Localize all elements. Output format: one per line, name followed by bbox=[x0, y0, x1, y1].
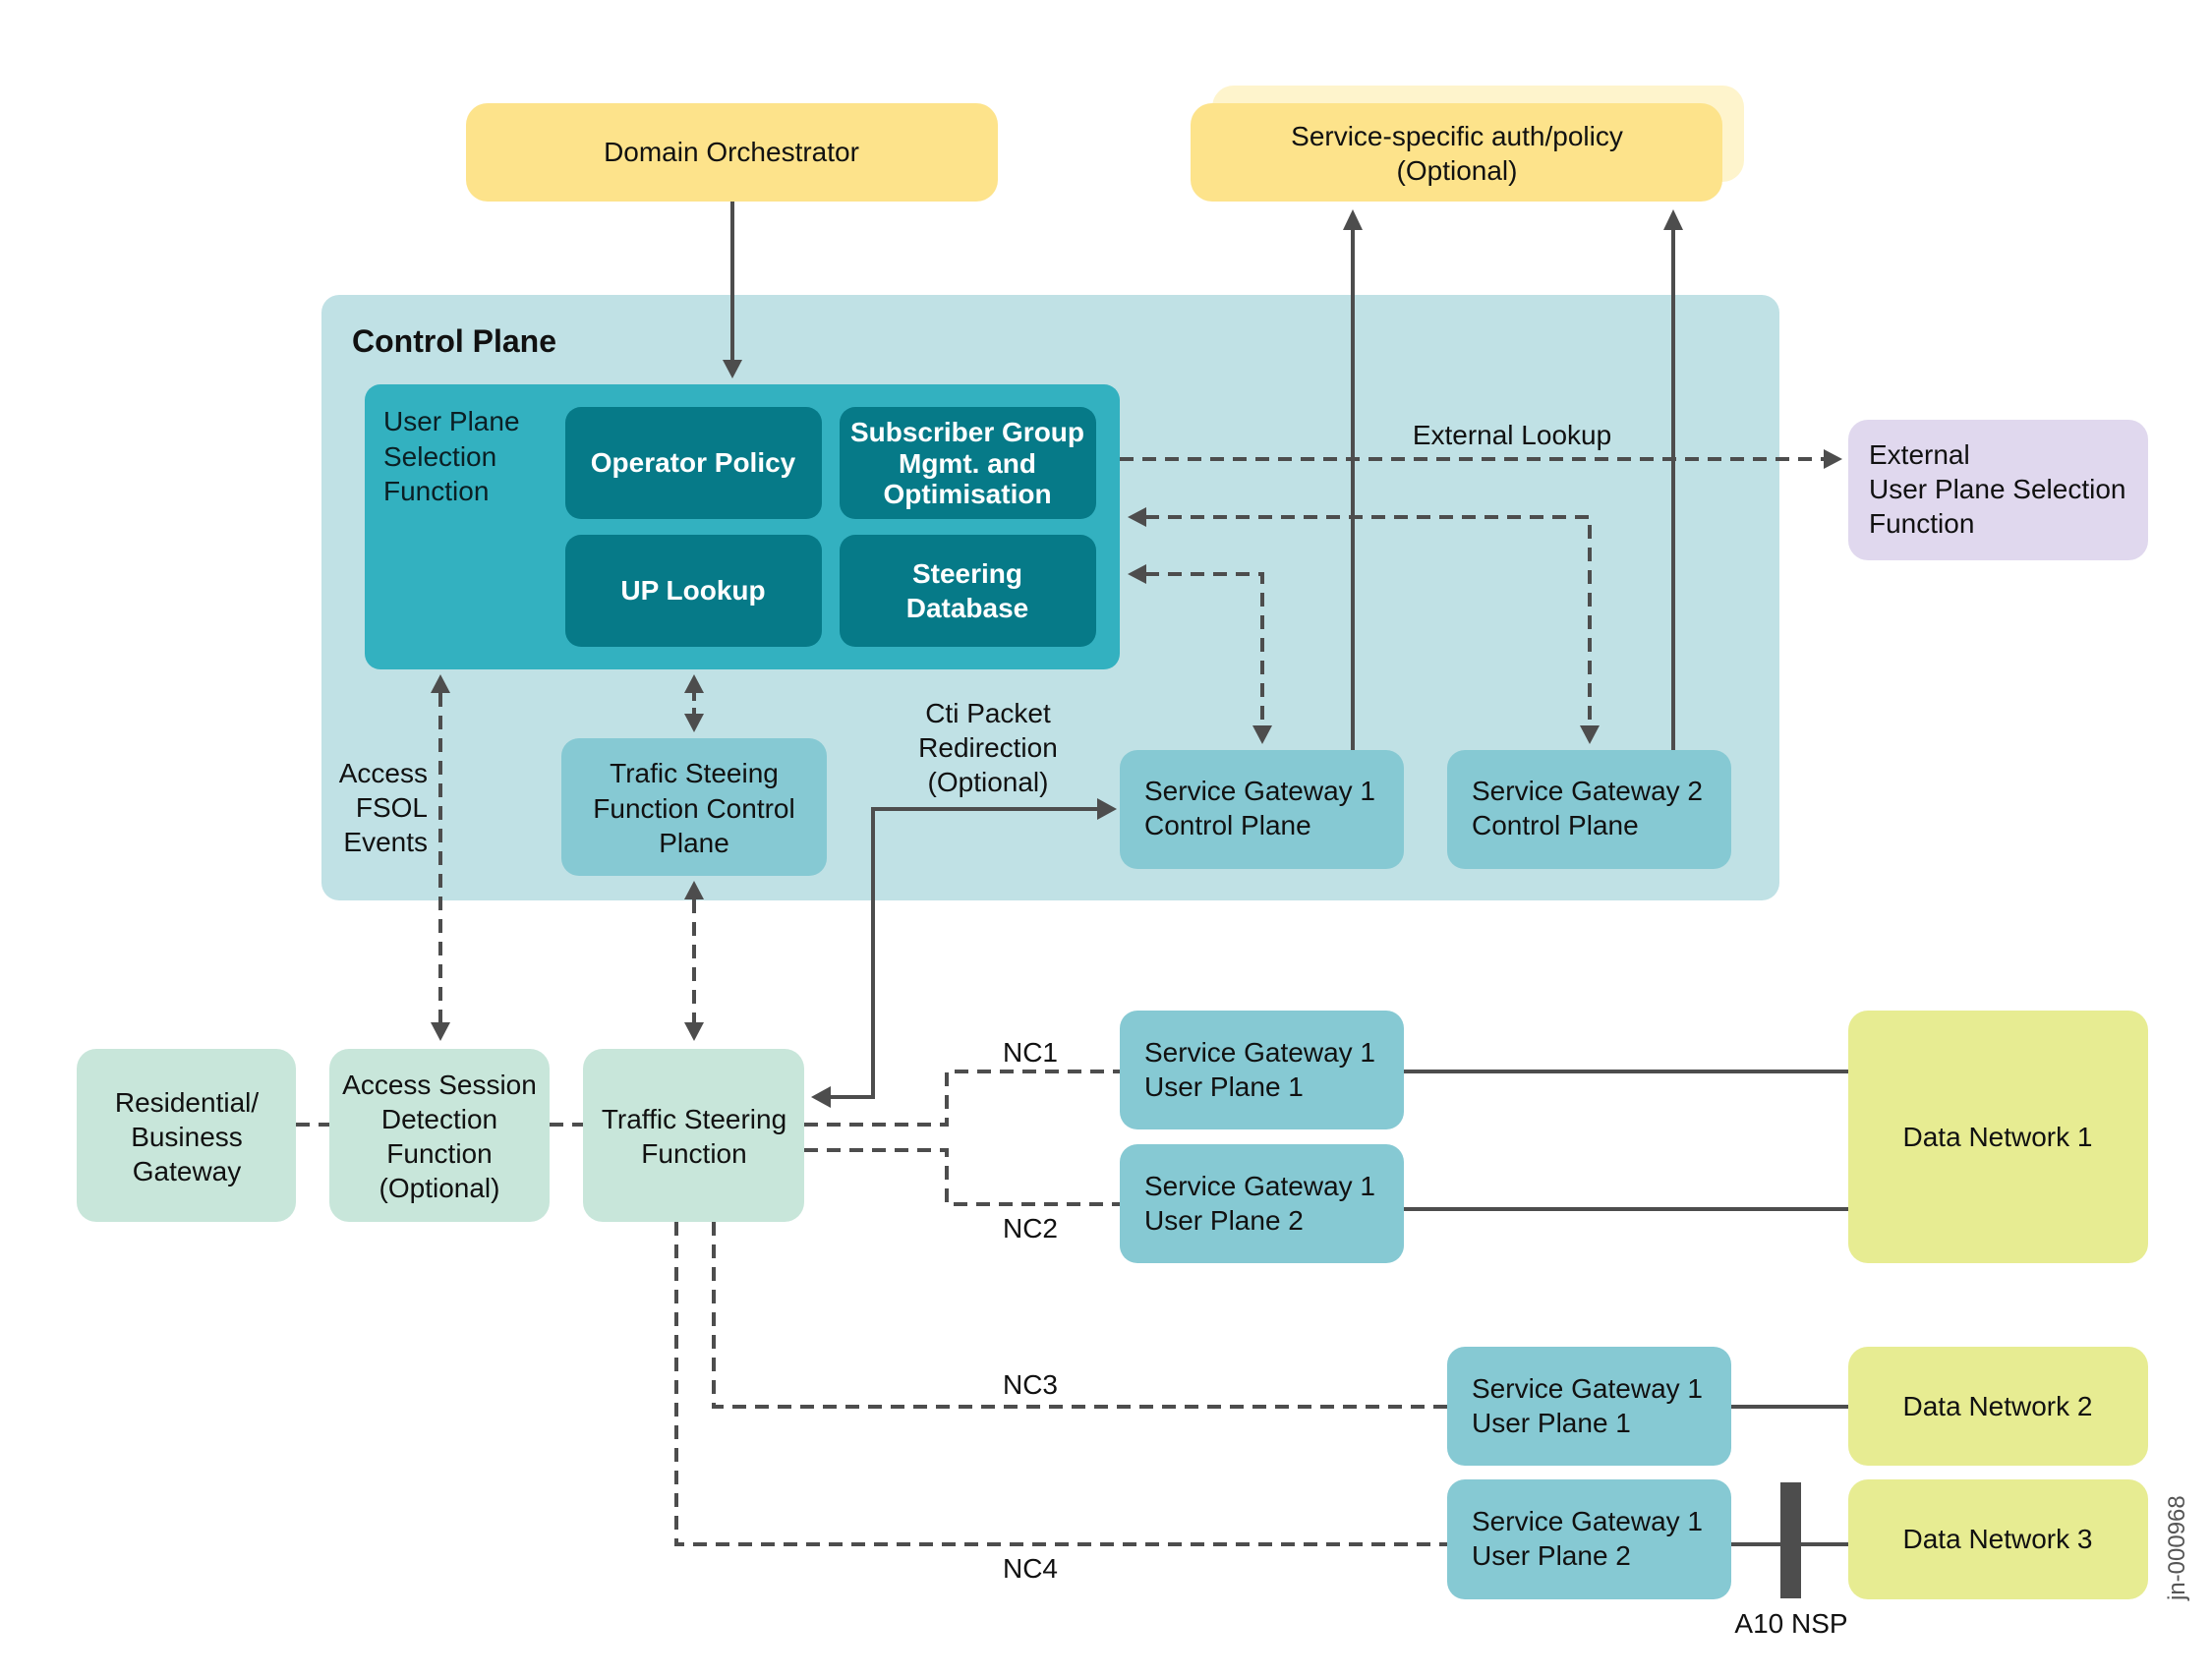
cti-label-1: Cti Packet bbox=[925, 698, 1051, 728]
nc4-link bbox=[674, 1222, 1447, 1546]
asdf-label-3: Function bbox=[386, 1138, 492, 1169]
arrowhead-up bbox=[1663, 209, 1683, 230]
nc1-label: NC1 bbox=[1003, 1037, 1058, 1068]
steering-db-box bbox=[840, 535, 1096, 647]
service-auth-box bbox=[1191, 103, 1722, 202]
sg1-up2-box-a bbox=[1120, 1144, 1404, 1263]
access-events-label-1: Access bbox=[339, 758, 428, 788]
nc2-label: NC2 bbox=[1003, 1213, 1058, 1244]
data-network-2-label: Data Network 2 bbox=[1903, 1391, 2093, 1421]
sg1-cp-label-1: Service Gateway 1 bbox=[1144, 776, 1375, 806]
cti-label-2: Redirection bbox=[918, 732, 1058, 763]
sg1-cp-label-2: Control Plane bbox=[1144, 810, 1311, 840]
tsf-cp-label-1: Trafic Steeing bbox=[610, 758, 779, 788]
arrowhead-down bbox=[684, 1022, 704, 1041]
access-events-label-2: FSOL bbox=[356, 792, 428, 823]
tsf-label-1: Traffic Steering bbox=[602, 1104, 786, 1134]
sg1-up2-b-label-1: Service Gateway 1 bbox=[1472, 1506, 1703, 1536]
arrowhead-up bbox=[1343, 209, 1363, 230]
data-network-3-label: Data Network 3 bbox=[1903, 1524, 2093, 1554]
sg1-up1-box-a bbox=[1120, 1011, 1404, 1129]
cti-label-3: (Optional) bbox=[928, 767, 1049, 797]
figure-id: jn-000968 bbox=[2164, 1495, 2190, 1601]
domain-orchestrator-label: Domain Orchestrator bbox=[604, 137, 859, 167]
external-uspf-label-3: Function bbox=[1869, 508, 1974, 539]
sg2-cp-label-2: Control Plane bbox=[1472, 810, 1639, 840]
asdf-label-2: Detection bbox=[381, 1104, 497, 1134]
arrowhead-right bbox=[1824, 449, 1842, 469]
uspf-label-3: Function bbox=[383, 476, 489, 506]
sg1-up2-a-label-2: User Plane 2 bbox=[1144, 1205, 1304, 1236]
access-events-label-3: Events bbox=[343, 827, 428, 857]
tsf-cp-label-3: Plane bbox=[659, 828, 729, 858]
arrowhead-left bbox=[811, 1086, 831, 1108]
steering-db-label-1: Steering bbox=[912, 558, 1022, 589]
sg1-up1-box-b bbox=[1447, 1347, 1731, 1466]
a10-nsp-label: A10 NSP bbox=[1734, 1608, 1847, 1639]
subscriber-group-label-2: Mgmt. and bbox=[899, 448, 1036, 479]
nc3-label: NC3 bbox=[1003, 1369, 1058, 1400]
tsf-box bbox=[583, 1049, 804, 1222]
residential-label-1: Residential/ bbox=[115, 1087, 260, 1118]
tsf-cp-label-2: Function Control bbox=[593, 793, 794, 824]
tsf-label-2: Function bbox=[641, 1138, 746, 1169]
residential-label-3: Gateway bbox=[133, 1156, 242, 1186]
sg1-up1-a-label-1: Service Gateway 1 bbox=[1144, 1037, 1375, 1068]
subscriber-group-label-3: Optimisation bbox=[883, 479, 1051, 509]
nc2-link bbox=[804, 1148, 1120, 1206]
sg1-up1-b-label-1: Service Gateway 1 bbox=[1472, 1373, 1703, 1404]
sg1-up1-a-label-2: User Plane 1 bbox=[1144, 1071, 1304, 1102]
operator-policy-label: Operator Policy bbox=[591, 447, 796, 478]
architecture-diagram: Domain Orchestrator Service-specific aut… bbox=[77, 86, 2190, 1639]
subscriber-group-label-1: Subscriber Group bbox=[850, 417, 1084, 447]
sg1-up2-box-b bbox=[1447, 1479, 1731, 1599]
nc4-label: NC4 bbox=[1003, 1553, 1058, 1584]
external-uspf-label-1: External bbox=[1869, 439, 1970, 470]
steering-db-label-2: Database bbox=[906, 593, 1029, 623]
uspf-label-2: Selection bbox=[383, 441, 496, 472]
sg1-up2-a-label-1: Service Gateway 1 bbox=[1144, 1171, 1375, 1201]
sg2-cp-label-1: Service Gateway 2 bbox=[1472, 776, 1703, 806]
residential-label-2: Business bbox=[131, 1122, 243, 1152]
up-lookup-label: UP Lookup bbox=[620, 575, 765, 606]
sg1-up2-b-label-2: User Plane 2 bbox=[1472, 1540, 1631, 1571]
sg1-up1-b-label-2: User Plane 1 bbox=[1472, 1408, 1631, 1438]
data-network-1-label: Data Network 1 bbox=[1903, 1122, 2093, 1152]
control-plane-title: Control Plane bbox=[352, 323, 556, 359]
uspf-label-1: User Plane bbox=[383, 406, 520, 436]
asdf-label-1: Access Session bbox=[342, 1070, 537, 1100]
external-uspf-label-2: User Plane Selection bbox=[1869, 474, 2125, 504]
asdf-label-4: (Optional) bbox=[379, 1173, 500, 1203]
external-lookup-label: External Lookup bbox=[1413, 420, 1611, 450]
service-auth-optional: (Optional) bbox=[1397, 155, 1518, 186]
arrowhead-down bbox=[431, 1022, 450, 1041]
a10-nsp-bar bbox=[1780, 1482, 1801, 1598]
service-auth-label: Service-specific auth/policy bbox=[1291, 121, 1623, 151]
